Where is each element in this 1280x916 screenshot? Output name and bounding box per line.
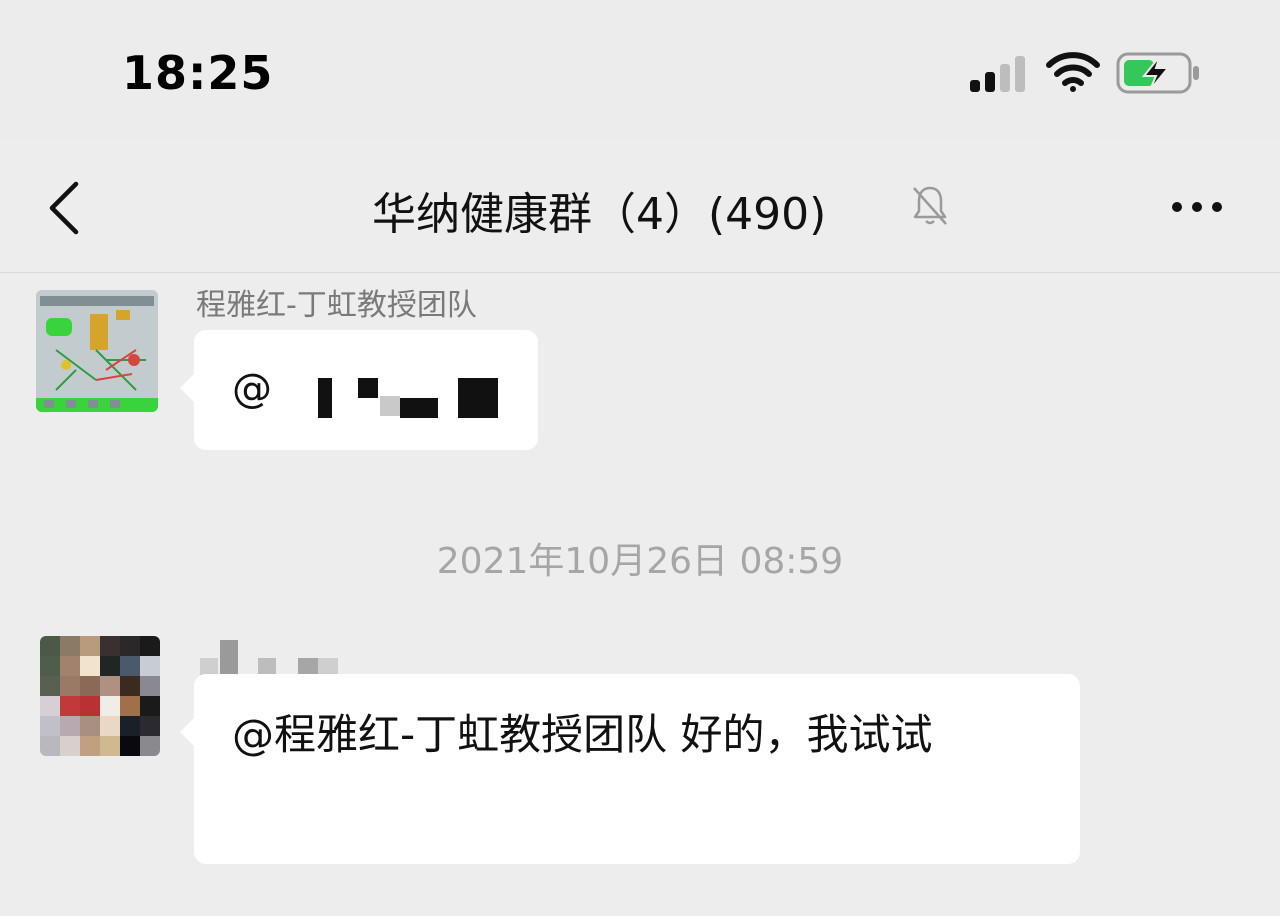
redacted-mention [458,378,498,418]
pixelated-photo-avatar [40,636,160,756]
status-bar: 18:25 [0,0,1280,140]
redacted-mention [400,398,438,418]
bell-slash-icon [913,186,947,225]
redacted-mention [380,396,400,416]
pathway-diagram-avatar [36,290,158,412]
chevron-left-icon[interactable] [40,180,90,236]
chat-header: 华纳健康群（4）(490) [0,140,1280,273]
message-bubble[interactable]: @ [180,330,538,450]
message-bubble[interactable]: @程雅红-丁虹教授团队 好的，我试试 [180,674,1080,864]
redacted-mention [318,378,332,418]
status-time: 18:25 [122,46,274,100]
cellular-signal-icon [970,54,1030,92]
message-text: @程雅红-丁虹教授团队 好的，我试试 [232,710,933,759]
redacted-mention [358,378,378,398]
ellipsis-icon [1172,202,1182,212]
battery-charging-icon [1116,52,1199,94]
wifi-icon [1046,52,1100,92]
message-timestamp: 2021年10月26日 08:59 [436,541,844,582]
sender-name: 程雅红-丁虹教授团队 [196,288,477,323]
message-text: @ [232,366,272,412]
chat-title[interactable]: 华纳健康群（4）(490) [372,178,826,242]
more-options-button[interactable] [1164,196,1228,216]
sender-avatar[interactable] [40,636,160,756]
sender-avatar[interactable] [36,290,158,412]
